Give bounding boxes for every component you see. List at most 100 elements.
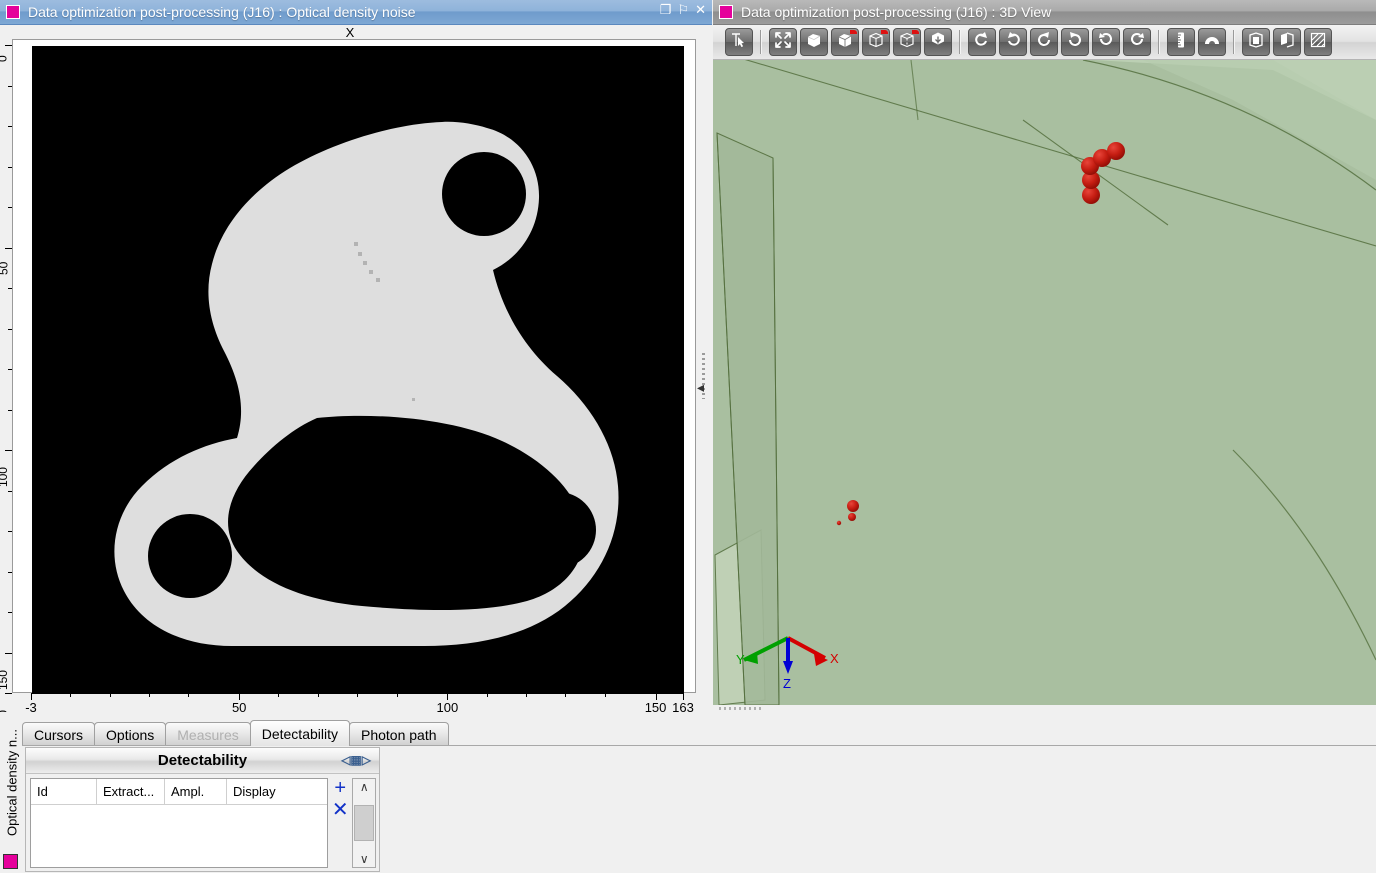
table-body[interactable] xyxy=(31,805,327,867)
toolbar-rotate-right-button[interactable] xyxy=(1061,28,1089,56)
toolbar-fit-all-button[interactable] xyxy=(769,28,797,56)
tab-label: Measures xyxy=(177,727,238,743)
pin-icon[interactable]: ⚐ xyxy=(677,3,689,17)
toolbar-shaded-view-button[interactable] xyxy=(800,28,828,56)
x-axis-tick xyxy=(656,693,657,700)
x-axis-tick xyxy=(110,693,111,697)
detectability-table[interactable]: Id Extract... Ampl. Display xyxy=(30,778,328,868)
tab-content-panel: Detectability ◁▦▷ IdExtract...Ampl.Displ… xyxy=(22,745,1376,873)
tab-photon-path[interactable]: Photon path xyxy=(349,722,449,746)
scrollbar-thumb[interactable] xyxy=(354,805,374,841)
active-corner-marker xyxy=(881,30,888,34)
toolbar-clipping-plane-button[interactable] xyxy=(1273,28,1301,56)
column-header[interactable]: Ampl. xyxy=(165,779,227,805)
scroll-up-button[interactable]: ∧ xyxy=(360,779,369,795)
x-axis-tick xyxy=(683,693,684,700)
toolbar-select-tool-button[interactable] xyxy=(725,28,753,56)
column-header-label: Id xyxy=(37,784,48,799)
restore-icon[interactable]: ❐ xyxy=(660,3,672,17)
x-axis-tick xyxy=(397,693,398,697)
bottom-panel: Optical density n... Cursors Options Measu… xyxy=(0,712,1376,873)
x-axis-tick xyxy=(357,693,358,697)
hsplitter-grip-dots xyxy=(719,707,763,710)
toolbar-rotate-up-left-button[interactable] xyxy=(968,28,996,56)
table-header-row: Id Extract... Ampl. Display xyxy=(31,779,327,805)
column-header-label: Ampl. xyxy=(171,784,204,799)
exploded-box-icon xyxy=(929,31,947,54)
toolbar-explode-view-button[interactable] xyxy=(924,28,952,56)
y-axis-tick xyxy=(5,693,12,694)
table-scrollbar[interactable]: ∧ ∨ xyxy=(352,778,376,868)
add-row-button[interactable]: + xyxy=(334,778,346,798)
left-window-titlebar[interactable]: Data optimization post-processing (J16) … xyxy=(0,0,712,25)
toolbar-separator xyxy=(959,30,961,54)
x-axis-tick xyxy=(526,693,527,697)
column-header[interactable]: Id xyxy=(31,779,97,805)
toolbar-section-hatch-button[interactable] xyxy=(1304,28,1332,56)
toolbar-separator xyxy=(1158,30,1160,54)
column-header[interactable]: Extract... xyxy=(97,779,165,805)
toolbar-shaded-edges-view-button[interactable] xyxy=(831,28,859,56)
redo-circle-icon xyxy=(1128,31,1146,54)
left-window-title: Data optimization post-processing (J16) … xyxy=(28,4,416,20)
svg-text:X: X xyxy=(830,651,839,666)
x-axis-tick xyxy=(149,693,150,697)
optical-density-image[interactable] xyxy=(32,46,684,694)
toolbar-undo-rotation-button[interactable] xyxy=(1092,28,1120,56)
horizontal-splitter[interactable] xyxy=(713,705,1376,712)
right-window-titlebar[interactable]: Data optimization post-processing (J16) … xyxy=(713,0,1376,25)
3d-viewport[interactable]: Y X Z xyxy=(713,60,1376,705)
plot-frame[interactable] xyxy=(12,39,696,693)
remove-row-button[interactable]: ✕ xyxy=(332,800,349,820)
optical-density-plot: X 050100150160 xyxy=(0,25,712,712)
bottom-tabs: Cursors Options Measures Detectability Photo… xyxy=(22,718,448,746)
toolbar-redo-rotation-button[interactable] xyxy=(1123,28,1151,56)
tab-options[interactable]: Options xyxy=(94,722,166,746)
hatch-square-icon xyxy=(1309,31,1327,54)
y-axis-tick xyxy=(5,450,12,451)
column-header[interactable]: Display xyxy=(227,779,327,805)
toolbar-rotate-up-right-button[interactable] xyxy=(999,28,1027,56)
solid-cube-icon xyxy=(805,31,823,54)
vertical-label-swatch xyxy=(3,854,18,869)
column-header-label: Extract... xyxy=(103,784,154,799)
undo-circle-icon xyxy=(1097,31,1115,54)
toolbar-measure-ruler-button[interactable] xyxy=(1167,28,1195,56)
rotate-left-icon xyxy=(1035,31,1053,54)
y-axis-label: 150 xyxy=(0,670,10,690)
detectability-actions: + ✕ xyxy=(328,778,352,871)
x-axis-tick xyxy=(31,693,32,700)
tab-measures: Measures xyxy=(165,722,250,746)
svg-text:Y: Y xyxy=(736,652,745,667)
protractor-icon xyxy=(1203,31,1221,54)
toolbar-wireframe-view-button[interactable] xyxy=(862,28,890,56)
toolbar-rotate-left-button[interactable] xyxy=(1030,28,1058,56)
3d-view-toolbar xyxy=(713,25,1376,60)
close-icon[interactable]: ✕ xyxy=(695,3,706,17)
x-axis-tick xyxy=(318,693,319,697)
toolbar-clipping-box-button[interactable] xyxy=(1242,28,1270,56)
pointer-icon xyxy=(730,31,748,54)
tab-label: Cursors xyxy=(34,727,83,743)
tab-label: Detectability xyxy=(262,726,338,742)
tab-detectability[interactable]: Detectability xyxy=(250,720,350,746)
rotate-ccw-up-icon xyxy=(973,31,991,54)
y-axis-tick xyxy=(5,248,12,249)
tab-label: Options xyxy=(106,727,154,743)
y-axis-label: 50 xyxy=(0,261,10,274)
scroll-down-button[interactable]: ∨ xyxy=(360,851,369,867)
optical-density-vertical-label: Optical density n... xyxy=(0,715,22,873)
application-window: Data optimization post-processing (J16) … xyxy=(0,0,1376,873)
expand-collapse-icon[interactable]: ◁▦▷ xyxy=(341,753,371,767)
x-axis-tick xyxy=(565,693,566,697)
x-axis-tick xyxy=(239,693,240,700)
splitter-collapse-arrow-icon[interactable]: ◂ xyxy=(697,380,704,394)
toolbar-separator xyxy=(760,30,762,54)
vertical-splitter[interactable]: ◂ xyxy=(697,25,712,712)
toolbar-measure-angle-button[interactable] xyxy=(1198,28,1226,56)
y-axis-tick xyxy=(5,45,12,46)
x-axis-tick xyxy=(70,693,71,697)
tab-cursors[interactable]: Cursors xyxy=(22,722,95,746)
toolbar-hidden-line-view-button[interactable] xyxy=(893,28,921,56)
window-color-swatch xyxy=(719,5,733,19)
